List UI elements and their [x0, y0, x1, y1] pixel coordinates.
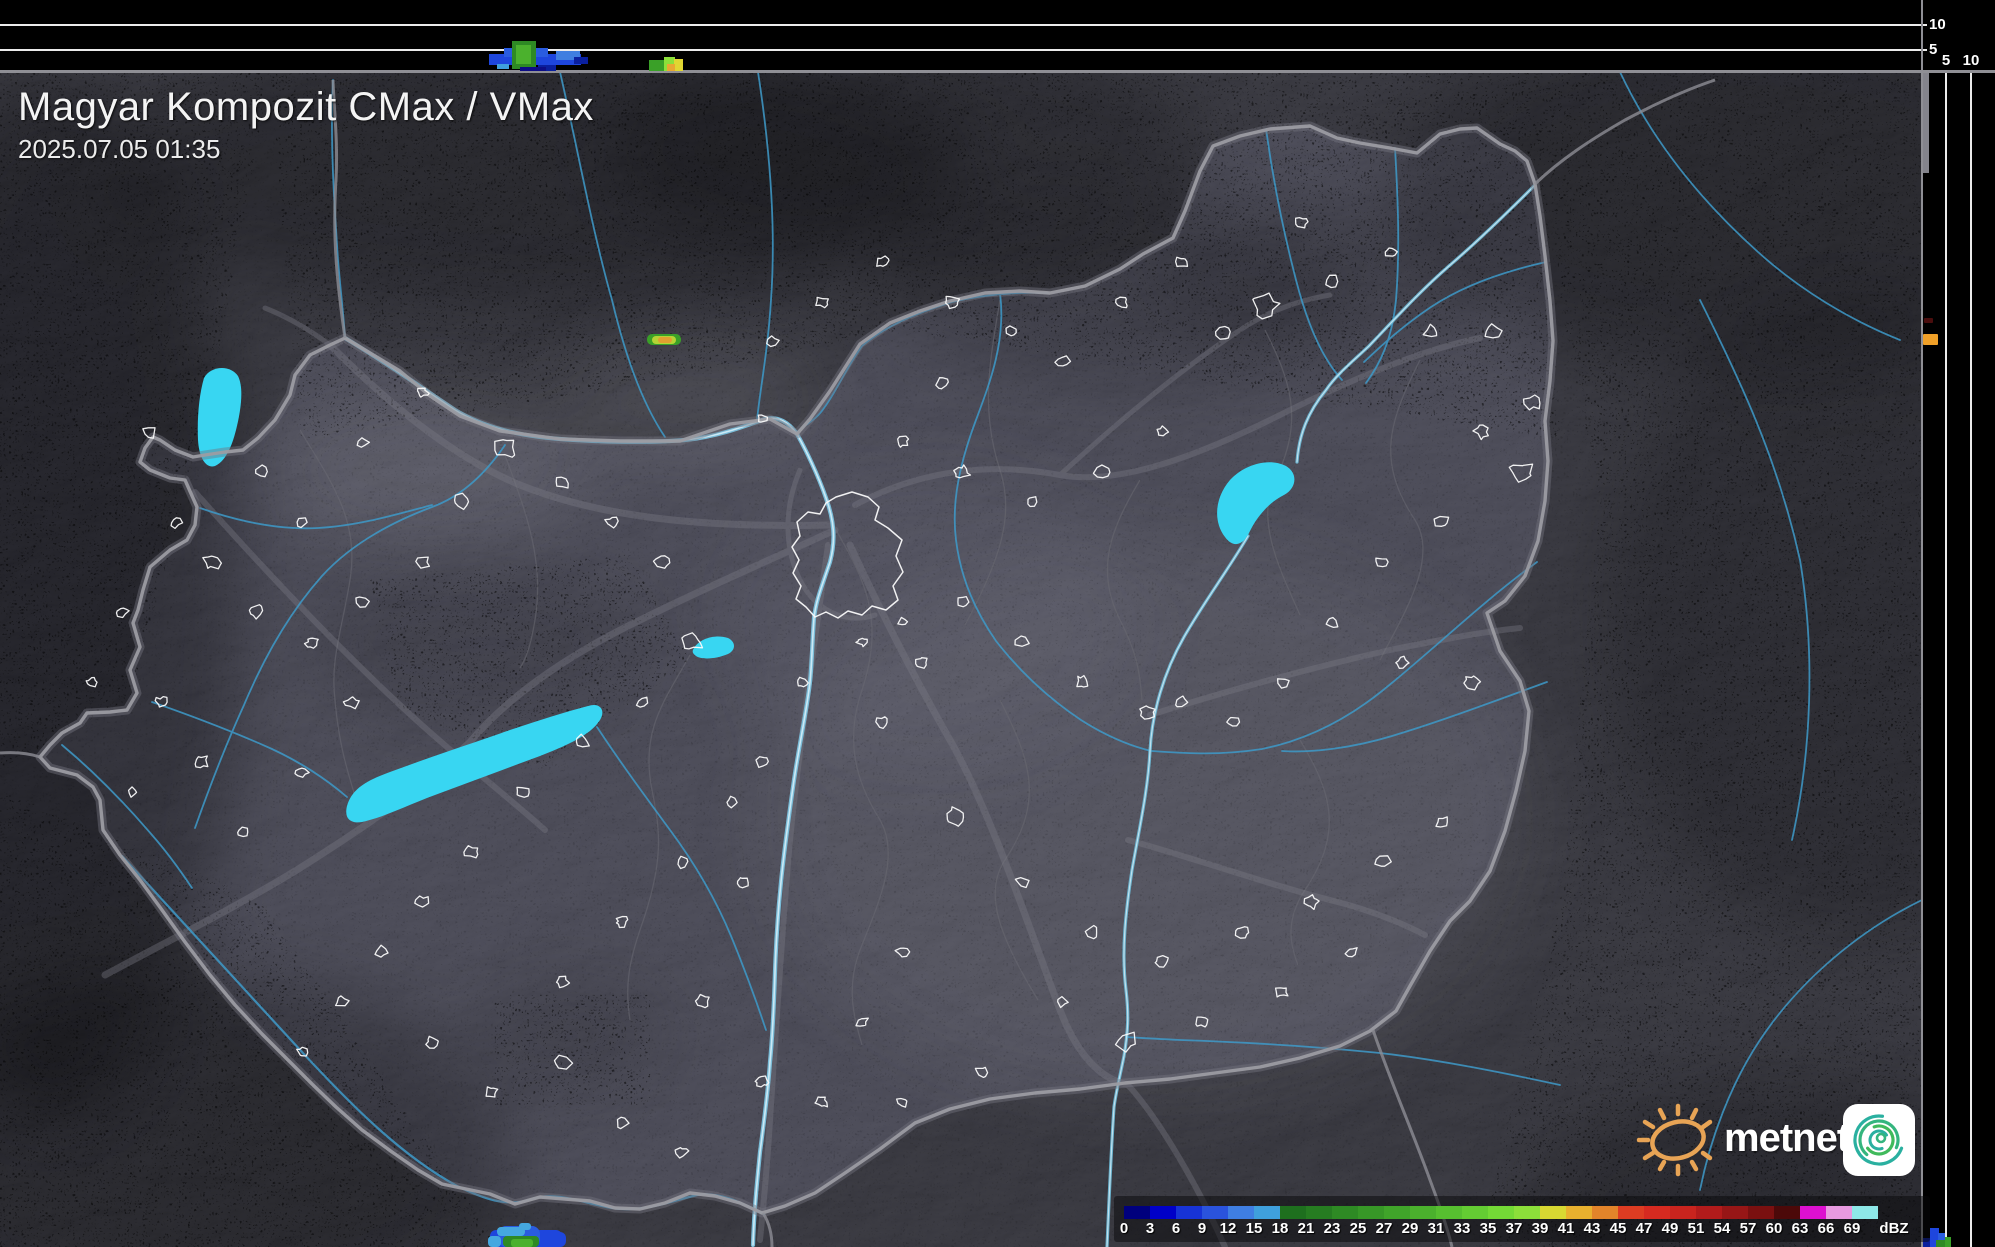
- legend-swatch: [1722, 1206, 1748, 1219]
- legend-swatch: [1332, 1206, 1358, 1219]
- legend-swatch: [1774, 1206, 1800, 1219]
- legend-tick-label: 69: [1843, 1220, 1861, 1237]
- legend-tick-label: 6: [1171, 1220, 1181, 1237]
- legend-tick-label: 18: [1271, 1220, 1289, 1237]
- legend-tick-label: 60: [1765, 1220, 1783, 1237]
- right-panel-gridline-10km: [1970, 73, 1972, 1247]
- legend-swatch: [1488, 1206, 1514, 1219]
- legend-unit-label: dBZ: [1879, 1220, 1909, 1237]
- legend-tick-label: 57: [1739, 1220, 1757, 1237]
- legend-swatch: [1592, 1206, 1618, 1219]
- radar-map-svg: [0, 71, 1922, 1247]
- legend-swatch: [1254, 1206, 1280, 1219]
- legend-tick-label: 31: [1427, 1220, 1445, 1237]
- legend-swatch: [1670, 1206, 1696, 1219]
- top-panel-gridline-5km: [0, 49, 1927, 51]
- legend-tick-label: 25: [1349, 1220, 1367, 1237]
- legend-swatch: [1618, 1206, 1644, 1219]
- metnet-wordmark: metnet: [1724, 1115, 1850, 1160]
- legend-swatch: [1306, 1206, 1332, 1219]
- legend-swatch: [1644, 1206, 1670, 1219]
- legend-swatch: [1150, 1206, 1176, 1219]
- legend-tick-label: 49: [1661, 1220, 1679, 1237]
- legend-tick-label: 3: [1145, 1220, 1155, 1237]
- right-axis-label-5: 5: [1941, 52, 1951, 69]
- legend-swatch: [1436, 1206, 1462, 1219]
- legend-tick-label: 47: [1635, 1220, 1653, 1237]
- radar-screen: 10 5 5 10 Magyar Kompozit CMax / VMax 20…: [0, 0, 1995, 1247]
- legend-tick-label: 9: [1197, 1220, 1207, 1237]
- legend-tick-label: 23: [1323, 1220, 1341, 1237]
- map-area: [0, 71, 1922, 1247]
- map-edge-bar: [1923, 73, 1929, 173]
- legend-tick-label: 39: [1531, 1220, 1549, 1237]
- legend-swatch: [1462, 1206, 1488, 1219]
- legend-tick-label: 21: [1297, 1220, 1315, 1237]
- panel-separator-vertical: [1921, 0, 1923, 1247]
- legend-swatch: [1176, 1206, 1202, 1219]
- app-icon: [1843, 1104, 1915, 1176]
- right-profile-panel: [1922, 71, 1995, 1247]
- legend-tick-label: 54: [1713, 1220, 1731, 1237]
- legend-tick-label: 12: [1219, 1220, 1237, 1237]
- legend-swatch: [1540, 1206, 1566, 1219]
- legend-tick-label: 43: [1583, 1220, 1601, 1237]
- top-axis-label-5: 5: [1929, 41, 1938, 58]
- top-axis-label-10: 10: [1929, 16, 1946, 33]
- panel-separator-horizontal: [0, 70, 1995, 73]
- legend-tick-label: 45: [1609, 1220, 1627, 1237]
- legend-swatch: [1514, 1206, 1540, 1219]
- legend-swatch: [1384, 1206, 1410, 1219]
- reflectivity-legend: 0 3 6 9 12 15 18 21 23 25 27 29 31 33 35 37 39 41 43 45 47 49…: [1114, 1196, 1930, 1242]
- legend-tick-label: 33: [1453, 1220, 1471, 1237]
- metnet-logo: metnet: [1630, 1094, 1850, 1182]
- legend-swatch: [1358, 1206, 1384, 1219]
- legend-tick-label: 37: [1505, 1220, 1523, 1237]
- legend-swatch: [1124, 1206, 1150, 1219]
- sun-icon: [1636, 1103, 1713, 1177]
- legend-swatch: [1228, 1206, 1254, 1219]
- legend-swatch: [1410, 1206, 1436, 1219]
- right-axis-label-10: 10: [1962, 52, 1980, 69]
- legend-swatch: [1748, 1206, 1774, 1219]
- legend-swatch: [1696, 1206, 1722, 1219]
- legend-tick-label: 0: [1119, 1220, 1129, 1237]
- legend-tick-label: 51: [1687, 1220, 1705, 1237]
- legend-tick-label: 41: [1557, 1220, 1575, 1237]
- legend-swatch: [1202, 1206, 1228, 1219]
- legend-tick-label: 35: [1479, 1220, 1497, 1237]
- legend-swatch: [1280, 1206, 1306, 1219]
- top-panel-gridline-10km: [0, 24, 1927, 26]
- legend-tick-label: 29: [1401, 1220, 1419, 1237]
- legend-tick-label: 66: [1817, 1220, 1835, 1237]
- legend-swatch: [1852, 1206, 1878, 1219]
- legend-swatch: [1800, 1206, 1826, 1219]
- page-title: Magyar Kompozit CMax / VMax: [18, 85, 594, 129]
- legend-swatch: [1826, 1206, 1852, 1219]
- timestamp: 2025.07.05 01:35: [18, 134, 221, 164]
- legend-swatch: [1566, 1206, 1592, 1219]
- legend-tick-label: 63: [1791, 1220, 1809, 1237]
- header: Magyar Kompozit CMax / VMax 2025.07.05 0…: [18, 84, 594, 165]
- legend-tick-label: 27: [1375, 1220, 1393, 1237]
- right-panel-gridline-5km: [1945, 73, 1947, 1247]
- legend-tick-label: 15: [1245, 1220, 1263, 1237]
- top-profile-panel: [0, 0, 1995, 71]
